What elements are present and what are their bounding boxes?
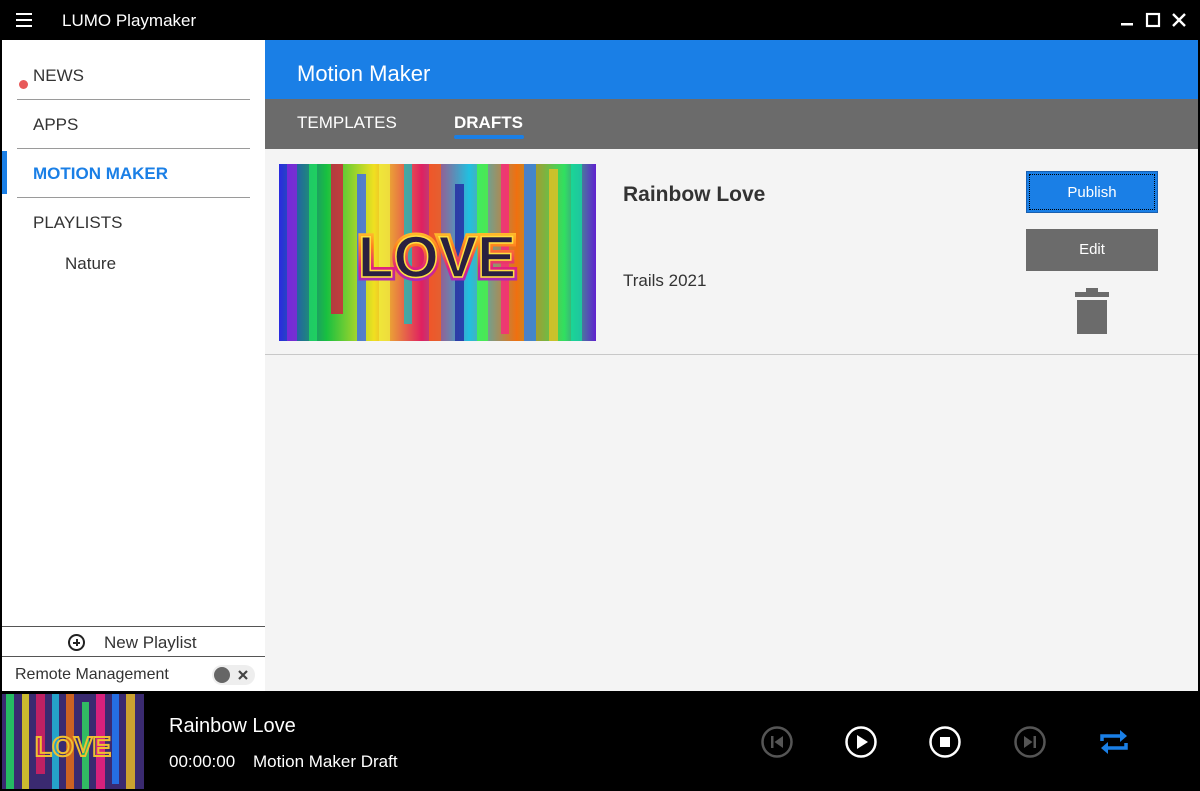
tab-templates[interactable]: TEMPLATES [297,113,397,133]
play-icon[interactable] [844,725,878,759]
maximize-icon[interactable] [1143,10,1163,30]
tab-drafts[interactable]: DRAFTS [454,113,523,133]
active-indicator [2,151,7,194]
sidebar-item-playlists[interactable]: PLAYLISTS [17,198,250,247]
sidebar-item-nature[interactable]: Nature [65,254,116,274]
page-title: Motion Maker [297,61,431,86]
player-source-label: Motion Maker Draft [253,752,398,771]
skip-next-icon[interactable] [1013,725,1047,759]
sidebar-item-motion-maker[interactable]: MOTION MAKER [17,149,250,198]
sidebar-item-label: NEWS [33,66,84,85]
sidebar-item-label: APPS [33,115,79,134]
thumbnail-love-text-inner: LOVE [358,225,516,290]
edit-button[interactable]: Edit [1026,229,1158,271]
new-playlist-button[interactable]: New Playlist [2,626,265,657]
draft-item: LOVE LOVE Rainbow Love Trails 2021 Publi… [265,149,1198,355]
hamburger-icon[interactable] [16,13,34,27]
player-bar: LOVE Rainbow Love 00:00:00 Motion Maker … [0,691,1200,791]
tab-active-underline [454,135,524,139]
tab-bar: TEMPLATES DRAFTS [265,99,1198,149]
draft-thumbnail[interactable]: LOVE LOVE [279,164,596,341]
player-thumbnail-text: LOVE [35,731,111,762]
sidebar-item-label: MOTION MAKER [33,164,169,183]
draft-subtitle: Trails 2021 [623,271,707,290]
minimize-icon[interactable] [1117,10,1137,30]
skip-previous-icon[interactable] [760,725,794,759]
add-circle-icon [68,634,85,651]
draft-title: Rainbow Love [623,183,766,206]
remote-management: Remote Management [2,659,265,691]
notification-dot [19,80,28,89]
stop-icon[interactable] [928,725,962,759]
sidebar: NEWS APPS MOTION MAKER PLAYLISTS Nature … [2,40,265,691]
player-time: 00:00:00 [169,752,236,771]
sidebar-item-label: PLAYLISTS [33,213,123,232]
new-playlist-label: New Playlist [104,633,197,652]
remote-management-toggle[interactable] [212,665,255,685]
sidebar-item-news[interactable]: NEWS [17,51,250,100]
player-title: Rainbow Love [169,715,296,737]
title-bar: LUMO Playmaker [0,0,1200,40]
sidebar-item-apps[interactable]: APPS [17,100,250,149]
app-title: LUMO Playmaker [62,11,197,30]
remote-management-label: Remote Management [15,666,169,683]
publish-button[interactable]: Publish [1026,171,1158,213]
player-thumbnail[interactable]: LOVE [2,694,144,789]
main-panel: Motion Maker TEMPLATES DRAFTS LOVE LOVE … [265,40,1198,691]
toggle-knob [214,667,230,683]
main-header: Motion Maker [265,40,1198,99]
repeat-icon[interactable] [1097,725,1131,759]
trash-icon[interactable] [1073,288,1111,334]
toggle-off-icon [238,670,248,680]
close-icon[interactable] [1169,10,1189,30]
